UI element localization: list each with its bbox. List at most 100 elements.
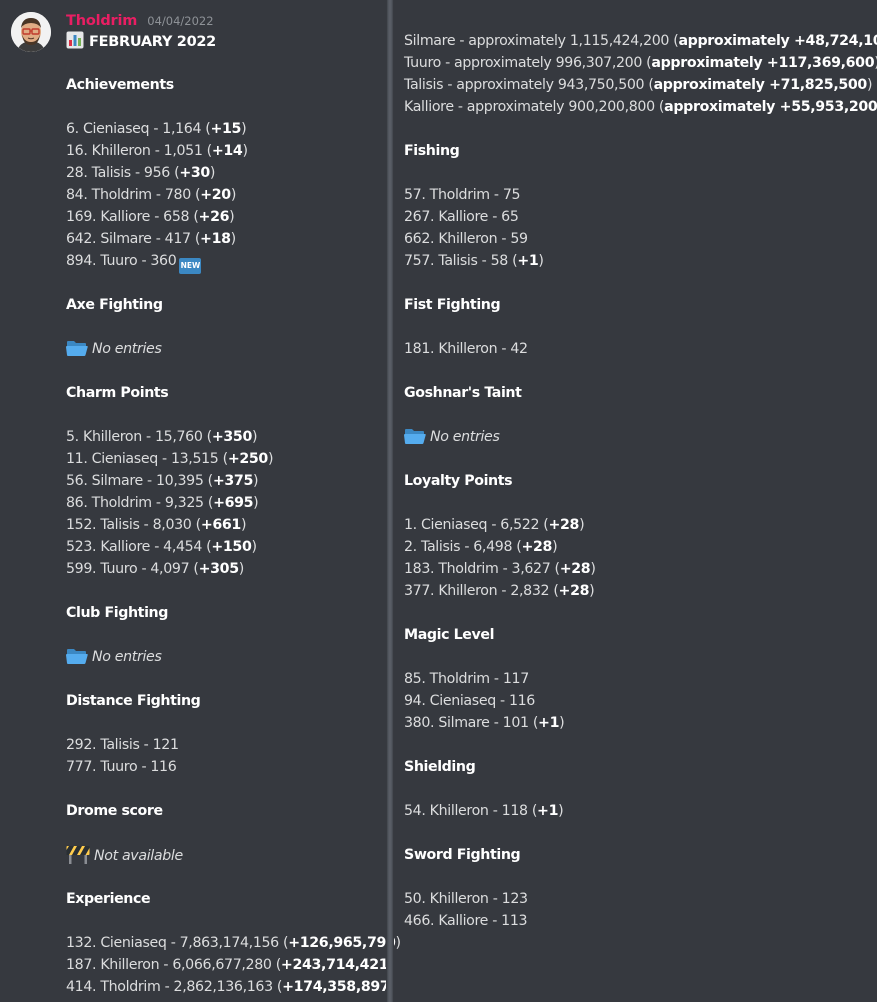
ranking-entry: 54. Khilleron - 118 (+1) — [404, 800, 877, 822]
entry-suffix: ) — [559, 715, 565, 731]
ranking-entry: 599. Tuuro - 4,097 (+305) — [66, 558, 382, 580]
entry-change: +1 — [537, 803, 559, 819]
entry-change: +20 — [200, 187, 231, 203]
section-heading: Shielding — [404, 759, 476, 775]
entry-text: 894. Tuuro - 360 — [66, 253, 177, 269]
entry-text: 56. Silmare - 10,395 ( — [66, 473, 213, 489]
entry-change: +174,358,897 — [282, 979, 390, 995]
section-heading: Axe Fighting — [66, 297, 163, 313]
entry-change: +28 — [548, 517, 580, 533]
entry-text: 169. Kalliore - 658 ( — [66, 209, 199, 225]
avatar-face-icon — [11, 12, 51, 52]
entry-suffix: ) — [558, 803, 564, 819]
entry-text: Tuuro - approximately 996,307,200 ( — [404, 55, 652, 71]
entry-text: 466. Kalliore - 113 — [404, 913, 528, 929]
section-heading: Drome score — [66, 803, 163, 819]
entry-text: 292. Talisis - 121 — [66, 737, 179, 753]
ranking-entry: 94. Cieniaseq - 116 — [404, 690, 877, 712]
entry-change: +243,714,421 — [280, 957, 389, 973]
message-header: Tholdrim 04/04/2022 — [66, 10, 214, 29]
empty-state-text: No entries — [430, 429, 500, 445]
entry-suffix: ) — [251, 539, 257, 555]
ranking-entry: 523. Kalliore - 4,454 (+150) — [66, 536, 382, 558]
entry-text: 11. Cieniaseq - 13,515 ( — [66, 451, 228, 467]
section-heading: Sword Fighting — [404, 847, 521, 863]
entry-text: 50. Khilleron - 123 — [404, 891, 528, 907]
ranking-entry: 187. Khilleron - 6,066,677,280 (+243,714… — [66, 954, 394, 976]
chat-view: Tholdrim 04/04/2022 FEBRUARY 2022 Achiev… — [0, 0, 877, 1002]
entry-suffix: ) — [590, 561, 596, 577]
entry-change: +661 — [200, 517, 241, 533]
entry-text: Talisis - approximately 943,750,500 ( — [404, 77, 654, 93]
author-name[interactable]: Tholdrim — [66, 13, 137, 29]
entry-suffix: ) — [230, 231, 237, 247]
empty-state-text: No entries — [92, 341, 162, 357]
entry-suffix: ) — [229, 209, 235, 225]
message-timestamp: 04/04/2022 — [147, 14, 214, 28]
left-content: Achievements 6. Cieniaseq - 1,164 (+15) 16… — [66, 74, 401, 998]
entry-change: +28 — [559, 561, 591, 577]
entry-change: +305 — [198, 561, 239, 577]
ranking-entry: Silmare - approximately 1,115,424,200 (a… — [404, 30, 877, 52]
entry-change: +375 — [212, 473, 253, 489]
ranking-entry: 28. Talisis - 956 (+30) — [66, 162, 382, 184]
entry-change: +695 — [213, 495, 254, 511]
entry-text: 85. Tholdrim - 117 — [404, 671, 529, 687]
ranking-entry: 84. Tholdrim - 780 (+20) — [66, 184, 382, 206]
entry-text: Kalliore - approximately 900,200,800 ( — [404, 99, 665, 115]
ranking-entry: 662. Khilleron - 59 — [404, 228, 877, 250]
entry-text: 54. Khilleron - 118 ( — [404, 803, 538, 819]
ranking-entry: 894. Tuuro - 360 NEW — [66, 250, 382, 274]
ranking-entry: 50. Khilleron - 123 — [404, 888, 877, 910]
entry-text: 777. Tuuro - 116 — [66, 759, 177, 775]
entry-change: +1 — [538, 715, 560, 731]
entry-suffix: ) — [253, 495, 259, 511]
user-avatar[interactable] — [11, 12, 51, 52]
bar-chart-icon — [66, 31, 84, 53]
entry-text: 1. Cieniaseq - 6,522 ( — [404, 517, 549, 533]
section-heading: Fist Fighting — [404, 297, 501, 313]
ranking-entry: 414. Tholdrim - 2,862,136,163 (+174,358,… — [66, 976, 395, 998]
folder-icon — [404, 427, 426, 452]
ranking-entry: 181. Khilleron - 42 — [404, 338, 877, 360]
ranking-entry: 466. Kalliore - 113 — [404, 910, 877, 932]
entry-change: +26 — [198, 209, 230, 225]
ranking-entry: 152. Talisis - 8,030 (+661) — [66, 514, 382, 536]
entry-text: Silmare - approximately 1,115,424,200 ( — [404, 33, 679, 49]
entry-change: +30 — [179, 165, 210, 181]
entry-change: approximately +71,825,500 — [653, 77, 868, 93]
entry-text: 183. Tholdrim - 3,627 ( — [404, 561, 560, 577]
entry-suffix: ) — [238, 561, 245, 577]
ranking-entry: 5. Khilleron - 15,760 (+350) — [66, 426, 382, 448]
entry-text: 16. Khilleron - 1,051 ( — [66, 143, 212, 159]
entry-text: 5. Khilleron - 15,760 ( — [66, 429, 212, 445]
ranking-entry: 2. Talisis - 6,498 (+28) — [404, 536, 877, 558]
entry-text: 642. Silmare - 417 ( — [66, 231, 201, 247]
entry-suffix: ) — [579, 517, 585, 533]
entry-suffix: ) — [395, 935, 402, 951]
entry-change: +28 — [558, 583, 590, 599]
entry-text: 523. Kalliore - 4,454 ( — [66, 539, 212, 555]
entry-suffix: ) — [230, 187, 237, 203]
entry-text: 757. Talisis - 58 ( — [404, 253, 518, 269]
empty-state-text: Not available — [94, 848, 183, 864]
empty-state: No entries — [66, 646, 382, 668]
report-title: FEBRUARY 2022 — [66, 31, 216, 51]
ranking-entry: 86. Tholdrim - 9,325 (+695) — [66, 492, 382, 514]
